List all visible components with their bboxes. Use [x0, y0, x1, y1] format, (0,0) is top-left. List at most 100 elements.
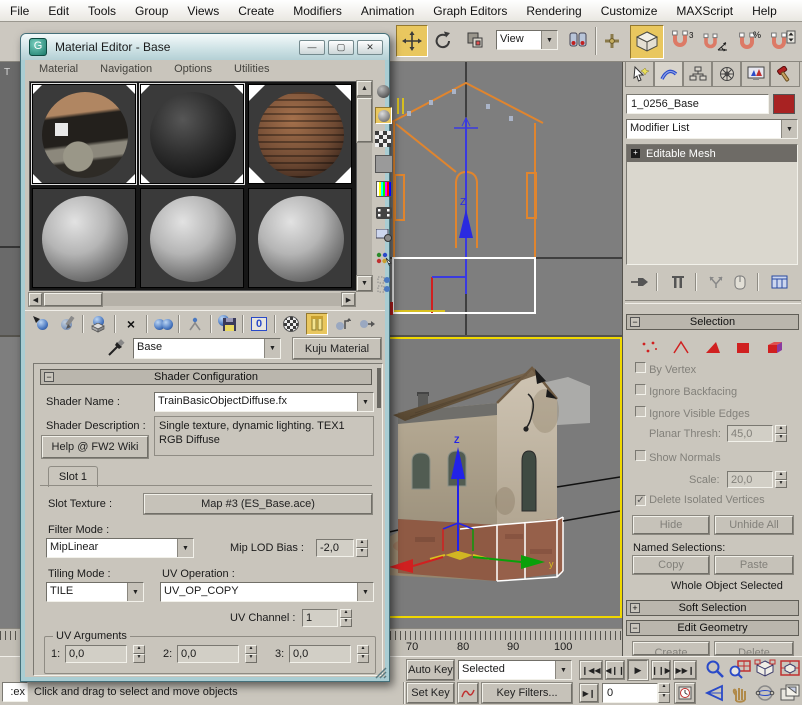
mip-lod-bias-spinner[interactable]: ▲▼ — [356, 539, 368, 557]
me-menu-options[interactable]: Options — [174, 63, 212, 78]
arg3-field[interactable]: 0,0 — [289, 645, 351, 663]
minimize-button[interactable]: — — [299, 40, 325, 55]
show-end-result-button[interactable] — [667, 272, 689, 292]
face-subobject-icon[interactable] — [703, 340, 723, 355]
close-button[interactable]: ✕ — [357, 40, 383, 55]
perspective-viewport[interactable]: Z y — [383, 337, 622, 618]
planar-thresh-spinner[interactable]: ▲▼ — [775, 425, 787, 442]
ignore-backfacing-checkbox[interactable] — [635, 384, 646, 395]
scroll-down-arrow[interactable]: ▼ — [357, 276, 372, 291]
set-key-button[interactable]: Set Key — [407, 683, 454, 703]
tiling-mode-dropdown[interactable]: TILE ▼ — [46, 582, 144, 602]
sample-type-button[interactable] — [375, 83, 392, 100]
pan-view-button[interactable] — [729, 683, 751, 703]
scroll-left-arrow[interactable]: ◀ — [29, 293, 42, 306]
menu-customize[interactable]: Customize — [601, 4, 658, 18]
show-map-in-viewport-button[interactable] — [280, 314, 302, 334]
tab-hierarchy[interactable] — [683, 62, 712, 87]
me-menu-material[interactable]: Material — [39, 63, 78, 78]
put-to-library-button[interactable] — [216, 314, 238, 334]
soft-selection-rollout-header[interactable]: + Soft Selection — [626, 600, 799, 616]
hide-button[interactable]: Hide — [633, 516, 709, 534]
auto-key-button[interactable]: Auto Key — [407, 660, 454, 680]
scrollbar-thumb[interactable] — [357, 98, 372, 142]
uv-channel-field[interactable]: 1 — [302, 609, 338, 627]
menu-animation[interactable]: Animation — [361, 4, 414, 18]
scroll-right-arrow[interactable]: ▶ — [342, 293, 355, 306]
show-end-result-button[interactable] — [306, 313, 328, 335]
make-preview-button[interactable] — [375, 205, 392, 220]
menu-modifiers[interactable]: Modifiers — [293, 4, 342, 18]
copy-button[interactable]: Copy — [633, 556, 709, 574]
create-button[interactable]: Create — [633, 642, 709, 655]
zoom-button[interactable] — [704, 659, 726, 679]
go-to-end-button[interactable]: ▶▶❙ — [674, 661, 696, 679]
percent-snap-button[interactable]: % — [736, 27, 764, 55]
tab-create[interactable] — [625, 62, 654, 87]
go-forward-to-sibling-button[interactable] — [356, 314, 378, 334]
assign-material-to-selection-button[interactable] — [87, 314, 109, 334]
arg2-spinner[interactable]: ▲▼ — [245, 645, 257, 663]
snap-3d-button[interactable]: 3 — [668, 27, 696, 55]
resize-grip[interactable] — [374, 666, 387, 679]
collapse-icon[interactable]: − — [630, 317, 640, 327]
background-button[interactable] — [375, 131, 391, 147]
select-and-scale-button[interactable] — [460, 25, 490, 55]
go-to-start-button[interactable]: ❙◀◀ — [580, 661, 602, 679]
slots-vertical-scrollbar[interactable]: ▲ ▼ — [357, 81, 372, 291]
named-selection-sets-button[interactable] — [565, 26, 591, 56]
object-color-swatch[interactable] — [773, 94, 795, 114]
tab-utilities[interactable] — [770, 62, 800, 87]
edge-subobject-icon[interactable] — [671, 340, 691, 355]
rollout-scrollbar[interactable] — [377, 368, 381, 408]
select-and-move-button[interactable] — [396, 25, 428, 57]
unhide-all-button[interactable]: Unhide All — [715, 516, 793, 534]
menu-group[interactable]: Group — [135, 4, 168, 18]
sample-slot-2[interactable] — [140, 84, 244, 184]
configure-modifier-sets-button[interactable] — [767, 272, 791, 292]
spinner-snap-button[interactable] — [768, 27, 798, 55]
material-editor-titlebar[interactable]: G Material Editor - Base — ▢ ✕ — [21, 34, 389, 60]
sample-slot-6[interactable] — [248, 188, 352, 288]
select-and-rotate-button[interactable] — [428, 25, 458, 55]
video-color-check-button[interactable] — [376, 181, 392, 197]
edit-geometry-rollout-header[interactable]: − Edit Geometry — [626, 620, 799, 636]
modifier-list-dropdown[interactable]: Modifier List ▼ — [626, 119, 798, 139]
shader-name-dropdown[interactable]: TrainBasicObjectDiffuse.fx ▼ — [154, 392, 374, 412]
collapse-icon[interactable]: − — [630, 623, 640, 633]
menu-help[interactable]: Help — [752, 4, 777, 18]
maxscript-mini-listener[interactable]: :ex — [2, 682, 28, 702]
menu-edit[interactable]: Edit — [48, 4, 69, 18]
select-by-material-button[interactable] — [375, 251, 392, 267]
tab-display[interactable] — [741, 62, 770, 87]
ignore-visible-edges-checkbox[interactable] — [635, 406, 646, 417]
shader-configuration-rollout-header[interactable]: − Shader Configuration — [40, 369, 372, 385]
backlight-button[interactable] — [375, 107, 392, 124]
key-mode-toggle-button[interactable]: ▶❙ — [580, 684, 598, 702]
frame-spinner[interactable]: ▲▼ — [658, 683, 670, 703]
get-material-button[interactable] — [31, 314, 53, 334]
key-filters-button[interactable]: Key Filters... — [482, 683, 572, 703]
delete-isolated-checkbox[interactable]: ✓ — [635, 495, 646, 506]
expand-icon[interactable]: + — [630, 603, 640, 613]
next-frame-button[interactable]: ❙❙▶ — [652, 661, 670, 679]
time-configuration-button[interactable] — [675, 683, 695, 703]
filter-mode-dropdown[interactable]: MipLinear ▼ — [46, 538, 194, 558]
element-subobject-icon[interactable] — [765, 339, 785, 355]
zoom-all-button[interactable] — [729, 659, 751, 679]
by-vertex-checkbox[interactable] — [635, 362, 646, 373]
menu-file[interactable]: File — [10, 4, 29, 18]
maximize-viewport-toggle-button[interactable] — [779, 683, 801, 703]
options-button[interactable] — [375, 227, 392, 243]
mip-lod-bias-field[interactable]: -2,0 — [316, 539, 354, 557]
scroll-up-arrow[interactable]: ▲ — [357, 81, 372, 96]
paste-button[interactable]: Paste — [715, 556, 793, 574]
uv-operation-dropdown[interactable]: UV_OP_COPY ▼ — [160, 582, 374, 602]
sample-slot-4[interactable] — [32, 188, 136, 288]
material-editor-window[interactable]: G Material Editor - Base — ▢ ✕ Material … — [20, 33, 390, 682]
menu-create[interactable]: Create — [238, 4, 274, 18]
material-map-navigator-button[interactable] — [375, 275, 392, 295]
select-and-manipulate-button[interactable] — [600, 28, 624, 54]
zoom-extents-button[interactable] — [754, 659, 776, 679]
maximize-button[interactable]: ▢ — [328, 40, 354, 55]
